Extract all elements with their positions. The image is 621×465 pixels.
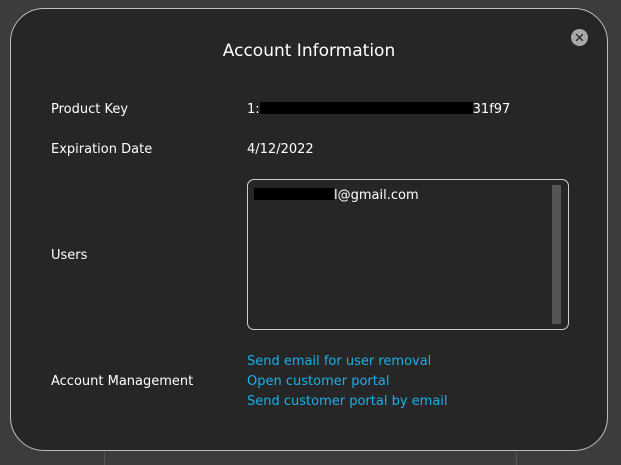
user-email-redaction: [254, 188, 334, 200]
dialog-title: Account Information: [222, 41, 396, 61]
send-customer-portal-email-link[interactable]: Send customer portal by email: [247, 394, 448, 409]
backdrop-divider: [516, 452, 517, 465]
account-management-label: Account Management: [51, 374, 194, 389]
close-icon: [575, 33, 584, 42]
users-list[interactable]: l@gmail.com: [247, 179, 569, 330]
user-email-entry[interactable]: l@gmail.com: [254, 188, 419, 203]
product-key-prefix: 1:: [247, 102, 260, 117]
account-information-dialog: Account Information Product Key 1: 31f97 …: [10, 8, 608, 451]
send-email-user-removal-link[interactable]: Send email for user removal: [247, 354, 431, 369]
product-key-label: Product Key: [51, 102, 129, 117]
close-button[interactable]: [571, 29, 588, 46]
user-email-suffix: l@gmail.com: [334, 188, 419, 203]
product-key-suffix: 31f97: [472, 102, 511, 117]
users-label: Users: [51, 248, 88, 263]
expiration-date-label: Expiration Date: [51, 142, 153, 157]
product-key-redaction: [259, 102, 473, 114]
users-list-scrollbar[interactable]: [552, 185, 561, 324]
product-key-value: 1: 31f97: [247, 102, 510, 117]
expiration-date-value: 4/12/2022: [247, 142, 314, 157]
backdrop-divider: [104, 452, 105, 465]
open-customer-portal-link[interactable]: Open customer portal: [247, 374, 389, 389]
